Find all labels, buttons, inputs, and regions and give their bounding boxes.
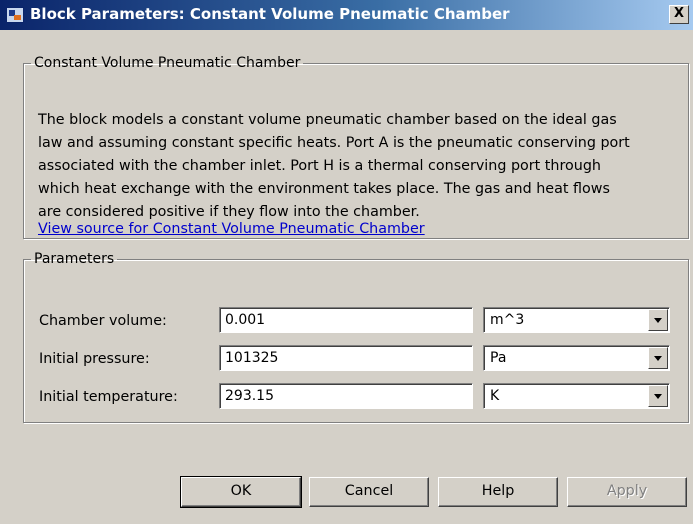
window-title: Block Parameters: Constant Volume Pneuma…: [30, 5, 510, 23]
parameters-group-legend: Parameters: [34, 251, 115, 267]
help-button[interactable]: Help: [438, 477, 558, 507]
dropdown-arrow-icon[interactable]: [648, 309, 668, 331]
initial-temperature-unit-select[interactable]: K: [483, 383, 670, 409]
dropdown-arrow-icon[interactable]: [648, 385, 668, 407]
initial-pressure-label: Initial pressure:: [39, 351, 150, 367]
ok-button[interactable]: OK: [180, 476, 302, 508]
description-line: The block models a constant volume pneum…: [38, 112, 617, 128]
initial-temperature-label: Initial temperature:: [39, 389, 178, 405]
view-source-link[interactable]: View source for Constant Volume Pneumati…: [38, 221, 425, 237]
chamber-volume-input[interactable]: 0.001: [219, 307, 473, 333]
initial-temperature-unit-value: K: [490, 388, 500, 404]
block-description: The block models a constant volume pneum…: [38, 109, 678, 224]
dropdown-arrow-icon[interactable]: [648, 347, 668, 369]
cancel-button[interactable]: Cancel: [309, 477, 429, 507]
chamber-volume-unit-value: m^3: [490, 312, 525, 328]
chamber-volume-label: Chamber volume:: [39, 313, 167, 329]
description-line: law and assuming constant specific heats…: [38, 135, 630, 151]
close-button[interactable]: X: [669, 5, 689, 24]
description-group: Constant Volume Pneumatic Chamber The bl…: [23, 55, 689, 239]
initial-pressure-unit-value: Pa: [490, 350, 507, 366]
description-line: associated with the chamber inlet. Port …: [38, 158, 601, 174]
description-group-legend: Constant Volume Pneumatic Chamber: [34, 55, 301, 71]
apply-button[interactable]: Apply: [567, 477, 687, 507]
initial-pressure-unit-select[interactable]: Pa: [483, 345, 670, 371]
chamber-volume-unit-select[interactable]: m^3: [483, 307, 670, 333]
initial-pressure-input[interactable]: 101325: [219, 345, 473, 371]
parameters-group: Parameters Chamber volume: 0.001 m^3 Ini…: [23, 251, 689, 423]
initial-temperature-input[interactable]: 293.15: [219, 383, 473, 409]
simulink-block-icon: [6, 7, 24, 23]
description-line: which heat exchange with the environment…: [38, 181, 610, 197]
title-bar[interactable]: Block Parameters: Constant Volume Pneuma…: [0, 0, 693, 30]
